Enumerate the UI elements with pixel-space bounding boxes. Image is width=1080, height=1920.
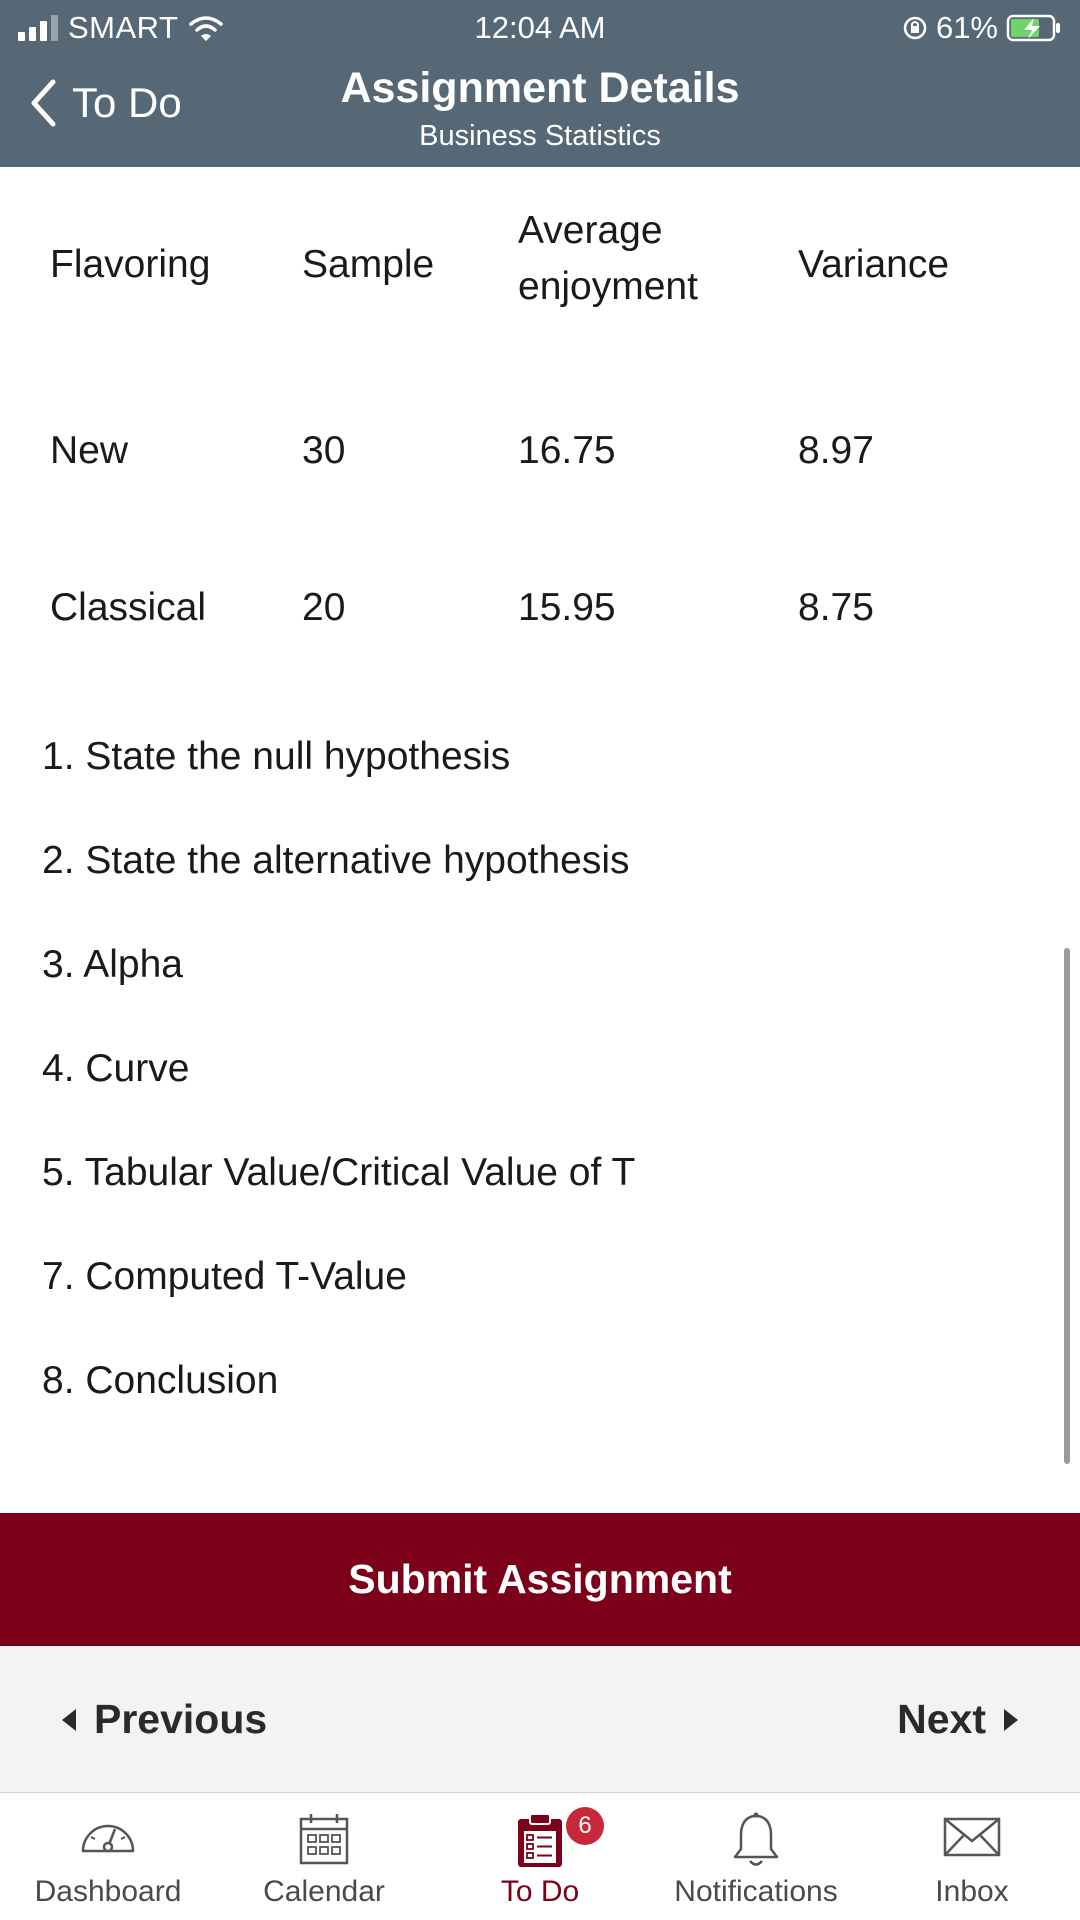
header-average-line2: enjoyment [518,265,698,308]
cell-average: 16.75 [518,429,616,472]
tab-notifications[interactable]: Notifications [648,1793,864,1920]
battery-percent: 61% [935,10,998,45]
caret-left-icon [62,1708,76,1731]
clipboard-list-icon [518,1813,562,1867]
tab-label: Inbox [935,1875,1009,1908]
question-item: 3. Alpha [42,943,183,986]
orientation-lock-icon [903,16,927,40]
tab-label: Calendar [263,1875,385,1908]
header-sample: Sample [302,243,435,286]
page-title: Assignment Details [340,64,740,112]
app-header: SMART 12:04 AM 61% To Do Assignment Deta… [0,0,1080,167]
page-subtitle: Business Statistics [419,120,661,152]
tab-label: Dashboard [34,1875,182,1908]
header-variance: Variance [798,243,950,286]
battery-charging-icon [1006,14,1060,42]
next-button[interactable]: Next [897,1696,1018,1743]
cell-average: 15.95 [518,586,616,629]
header-average-line1: Average [518,209,663,252]
cell-flavoring: New [50,429,129,472]
question-item: 2. State the alternative hypothesis [42,839,630,882]
status-bar: SMART 12:04 AM 61% [0,0,1080,52]
scrollbar[interactable] [1064,948,1070,1464]
question-item: 5. Tabular Value/Critical Value of T [42,1151,636,1194]
nav-bar: To Do Assignment Details Business Statis… [0,52,1080,167]
gauge-icon [81,1824,135,1853]
cell-sample: 20 [302,586,346,629]
todo-count-badge: 6 [566,1807,604,1845]
tab-dashboard[interactable]: Dashboard [0,1793,216,1920]
tab-label: To Do [500,1875,580,1908]
question-item: 8. Conclusion [42,1359,279,1402]
cell-variance: 8.97 [798,429,874,472]
submit-assignment-button[interactable]: Submit Assignment [0,1513,1080,1646]
envelope-icon [943,1817,1001,1857]
tab-bar: Dashboard Calendar 6 To Do Notifications… [0,1793,1080,1920]
caret-right-icon [1004,1708,1018,1731]
previous-button[interactable]: Previous [62,1696,267,1743]
cell-sample: 30 [302,429,346,472]
question-item: 4. Curve [42,1047,190,1090]
question-item: 7. Computed T-Value [42,1255,407,1298]
tab-calendar[interactable]: Calendar [216,1793,432,1920]
question-item: 1. State the null hypothesis [42,735,511,778]
status-right: 61% [902,10,1062,46]
tab-inbox[interactable]: Inbox [864,1793,1080,1920]
cell-variance: 8.75 [798,586,874,629]
next-label: Next [897,1696,986,1742]
tab-label: Notifications [674,1875,838,1908]
header-flavoring: Flavoring [50,243,211,286]
header-average: Average enjoyment [518,203,698,315]
calendar-icon [299,1814,349,1865]
tab-todo[interactable]: 6 To Do [432,1793,648,1920]
previous-label: Previous [94,1696,268,1742]
pager: Previous Next [0,1646,1080,1793]
bell-icon [733,1812,779,1866]
cell-flavoring: Classical [50,586,207,629]
